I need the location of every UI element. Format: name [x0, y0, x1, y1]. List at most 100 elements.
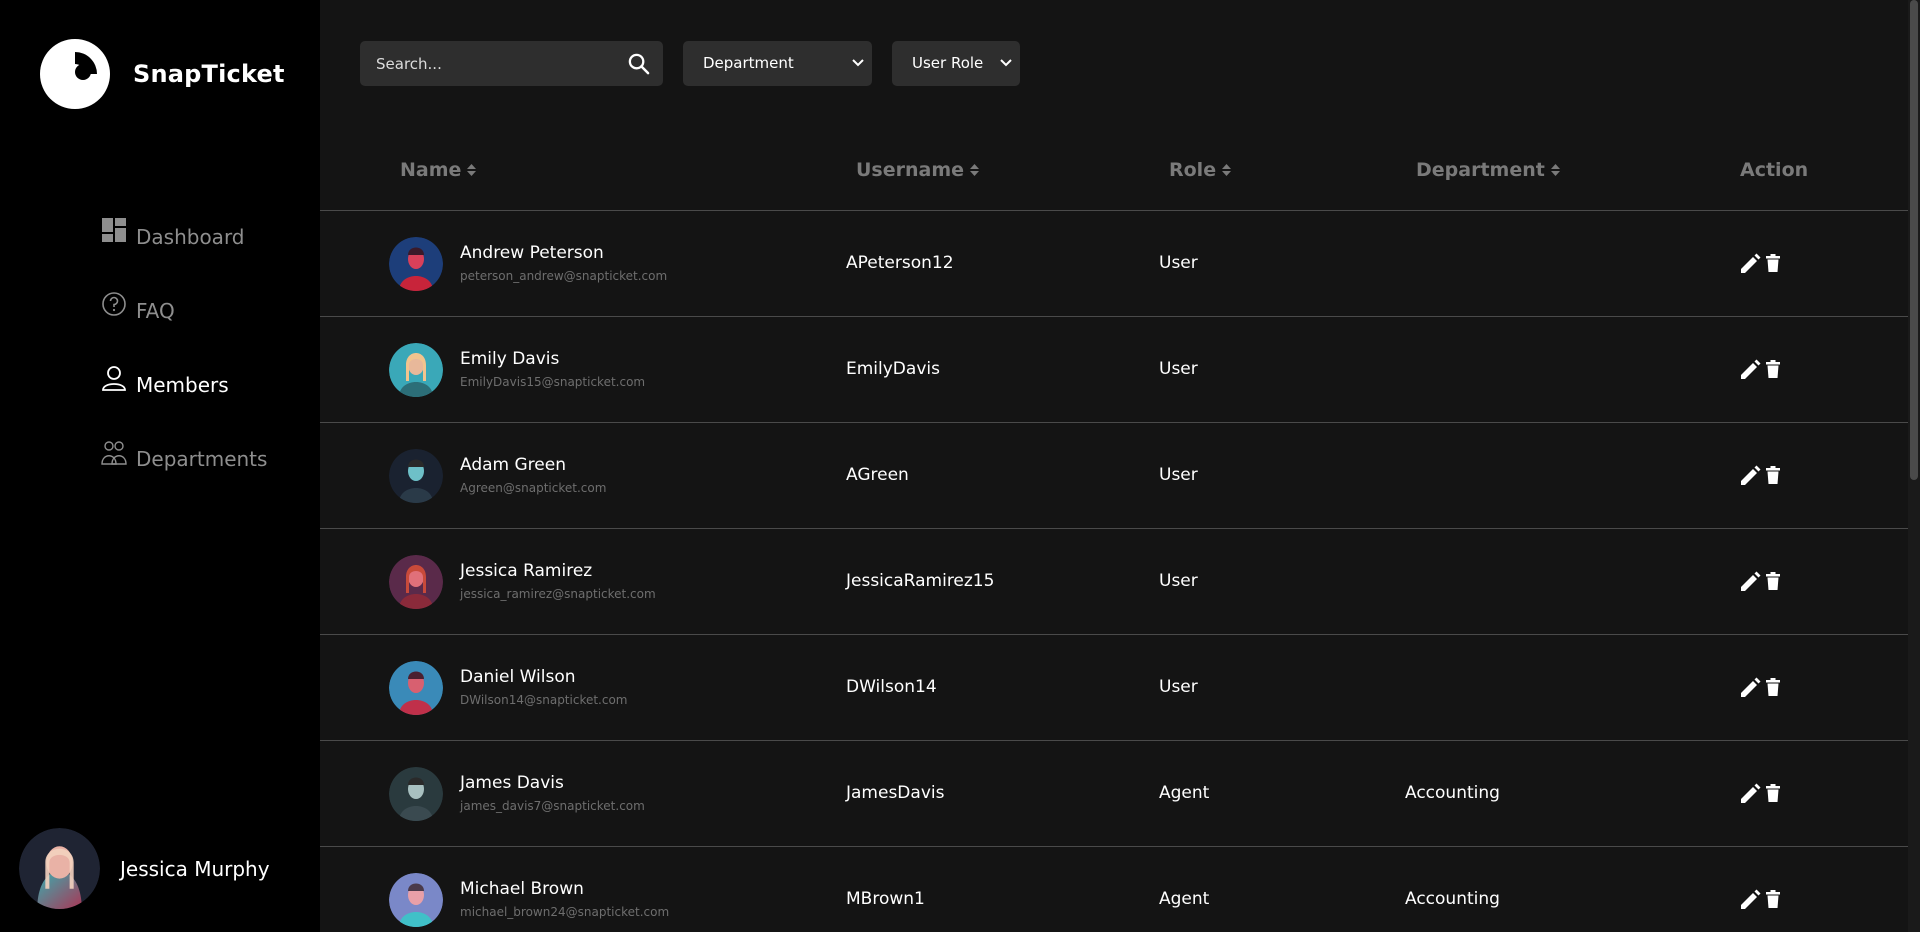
member-name: James Davis — [460, 773, 564, 793]
column-header-label: Department — [1416, 159, 1545, 181]
chevron-down-icon — [852, 59, 864, 67]
snapticket-logo-icon — [40, 39, 110, 109]
table-row: Adam Green Agreen@snapticket.com AGreen … — [320, 423, 1908, 529]
avatar — [389, 449, 443, 503]
column-header-role[interactable]: Role — [1169, 159, 1232, 181]
sidebar-nav: Dashboard FAQ Members Departments — [100, 200, 267, 496]
avatar — [389, 767, 443, 821]
delete-icon[interactable] — [1766, 572, 1780, 590]
table-row: Jessica Ramirez jessica_ramirez@snaptick… — [320, 529, 1908, 635]
filter-bar: Department User Role — [360, 41, 1020, 86]
column-header-label: Username — [856, 159, 965, 181]
member-email: michael_brown24@snapticket.com — [460, 905, 670, 919]
sidebar-item-members[interactable]: Members — [100, 348, 267, 422]
edit-icon[interactable] — [1739, 253, 1761, 275]
member-email: DWilson14@snapticket.com — [460, 693, 628, 707]
member-role: Agent — [1159, 783, 1210, 803]
member-username: MBrown1 — [846, 889, 925, 909]
avatar — [389, 555, 443, 609]
user-icon — [102, 366, 126, 391]
edit-icon[interactable] — [1739, 889, 1761, 911]
column-header-department[interactable]: Department — [1416, 159, 1560, 181]
edit-icon[interactable] — [1739, 783, 1761, 805]
member-email: Agreen@snapticket.com — [460, 481, 607, 495]
column-header-action: Action — [1740, 159, 1808, 181]
delete-icon[interactable] — [1766, 890, 1780, 908]
sidebar: SnapTicket Dashboard FAQ Members Departm… — [0, 0, 320, 932]
table-row: James Davis james_davis7@snapticket.com … — [320, 741, 1908, 847]
members-table-body: Andrew Peterson peterson_andrew@snaptick… — [320, 211, 1908, 932]
delete-icon[interactable] — [1766, 360, 1780, 378]
column-header-label: Action — [1740, 159, 1809, 181]
table-row: Emily Davis EmilyDavis15@snapticket.com … — [320, 317, 1908, 423]
scrollbar[interactable] — [1908, 0, 1920, 932]
sidebar-item-label: Departments — [136, 447, 268, 471]
member-department: Accounting — [1405, 783, 1500, 803]
department-select-value: Department — [703, 54, 794, 72]
column-header-label: Name — [400, 159, 462, 181]
user-role-select-value: User Role — [912, 54, 984, 72]
avatar — [389, 237, 443, 291]
member-name: Michael Brown — [460, 879, 584, 899]
department-select[interactable]: Department — [683, 41, 872, 86]
user-role-select[interactable]: User Role — [892, 41, 1020, 86]
member-name: Daniel Wilson — [460, 667, 576, 687]
sort-icon — [1550, 164, 1560, 176]
app-name: SnapTicket — [133, 60, 285, 88]
member-email: peterson_andrew@snapticket.com — [460, 269, 668, 283]
member-name: Jessica Ramirez — [460, 561, 593, 581]
edit-icon[interactable] — [1739, 571, 1761, 593]
search-icon[interactable] — [627, 52, 650, 75]
delete-icon[interactable] — [1766, 678, 1780, 696]
table-row: Michael Brown michael_brown24@snapticket… — [320, 847, 1908, 932]
logo[interactable]: SnapTicket — [39, 38, 285, 110]
delete-icon[interactable] — [1766, 466, 1780, 484]
profile-name: Jessica Murphy — [120, 856, 270, 881]
sort-icon — [1222, 164, 1232, 176]
user-profile[interactable]: Jessica Murphy — [19, 828, 270, 909]
dashboard-icon — [102, 218, 126, 242]
member-username: AGreen — [846, 465, 909, 485]
member-username: DWilson14 — [846, 677, 937, 697]
edit-icon[interactable] — [1739, 677, 1761, 699]
sidebar-item-label: Dashboard — [136, 225, 245, 249]
sidebar-item-label: Members — [136, 373, 229, 397]
member-role: User — [1159, 359, 1198, 379]
search-box[interactable] — [360, 41, 663, 86]
column-header-name[interactable]: Name — [400, 159, 477, 181]
member-name: Emily Davis — [460, 349, 560, 369]
member-role: User — [1159, 253, 1198, 273]
member-username: EmilyDavis — [846, 359, 940, 379]
scrollbar-thumb[interactable] — [1910, 0, 1918, 480]
member-role: Agent — [1159, 889, 1210, 909]
member-email: EmilyDavis15@snapticket.com — [460, 375, 646, 389]
edit-icon[interactable] — [1739, 359, 1761, 381]
member-username: APeterson12 — [846, 253, 954, 273]
member-username: JamesDavis — [846, 783, 945, 803]
search-input[interactable] — [360, 41, 610, 86]
sort-icon — [970, 164, 980, 176]
table-row: Andrew Peterson peterson_andrew@snaptick… — [320, 211, 1908, 317]
sort-icon — [467, 164, 477, 176]
edit-icon[interactable] — [1739, 465, 1761, 487]
members-main: Department User Role Name Username Role … — [320, 0, 1908, 932]
sidebar-item-departments[interactable]: Departments — [100, 422, 267, 496]
column-header-label: Role — [1169, 159, 1217, 181]
sidebar-item-faq[interactable]: FAQ — [100, 274, 267, 348]
avatar — [389, 343, 443, 397]
delete-icon[interactable] — [1766, 254, 1780, 272]
sidebar-item-label: FAQ — [136, 299, 175, 323]
member-role: User — [1159, 465, 1198, 485]
column-header-username[interactable]: Username — [856, 159, 980, 181]
member-name: Andrew Peterson — [460, 243, 604, 263]
question-circle-icon — [102, 292, 126, 316]
group-icon — [101, 441, 127, 465]
member-name: Adam Green — [460, 455, 566, 475]
avatar — [389, 661, 443, 715]
sidebar-item-dashboard[interactable]: Dashboard — [100, 200, 267, 274]
member-role: User — [1159, 677, 1198, 697]
delete-icon[interactable] — [1766, 784, 1780, 802]
table-row: Daniel Wilson DWilson14@snapticket.com D… — [320, 635, 1908, 741]
member-username: JessicaRamirez15 — [846, 571, 995, 591]
member-email: james_davis7@snapticket.com — [460, 799, 645, 813]
